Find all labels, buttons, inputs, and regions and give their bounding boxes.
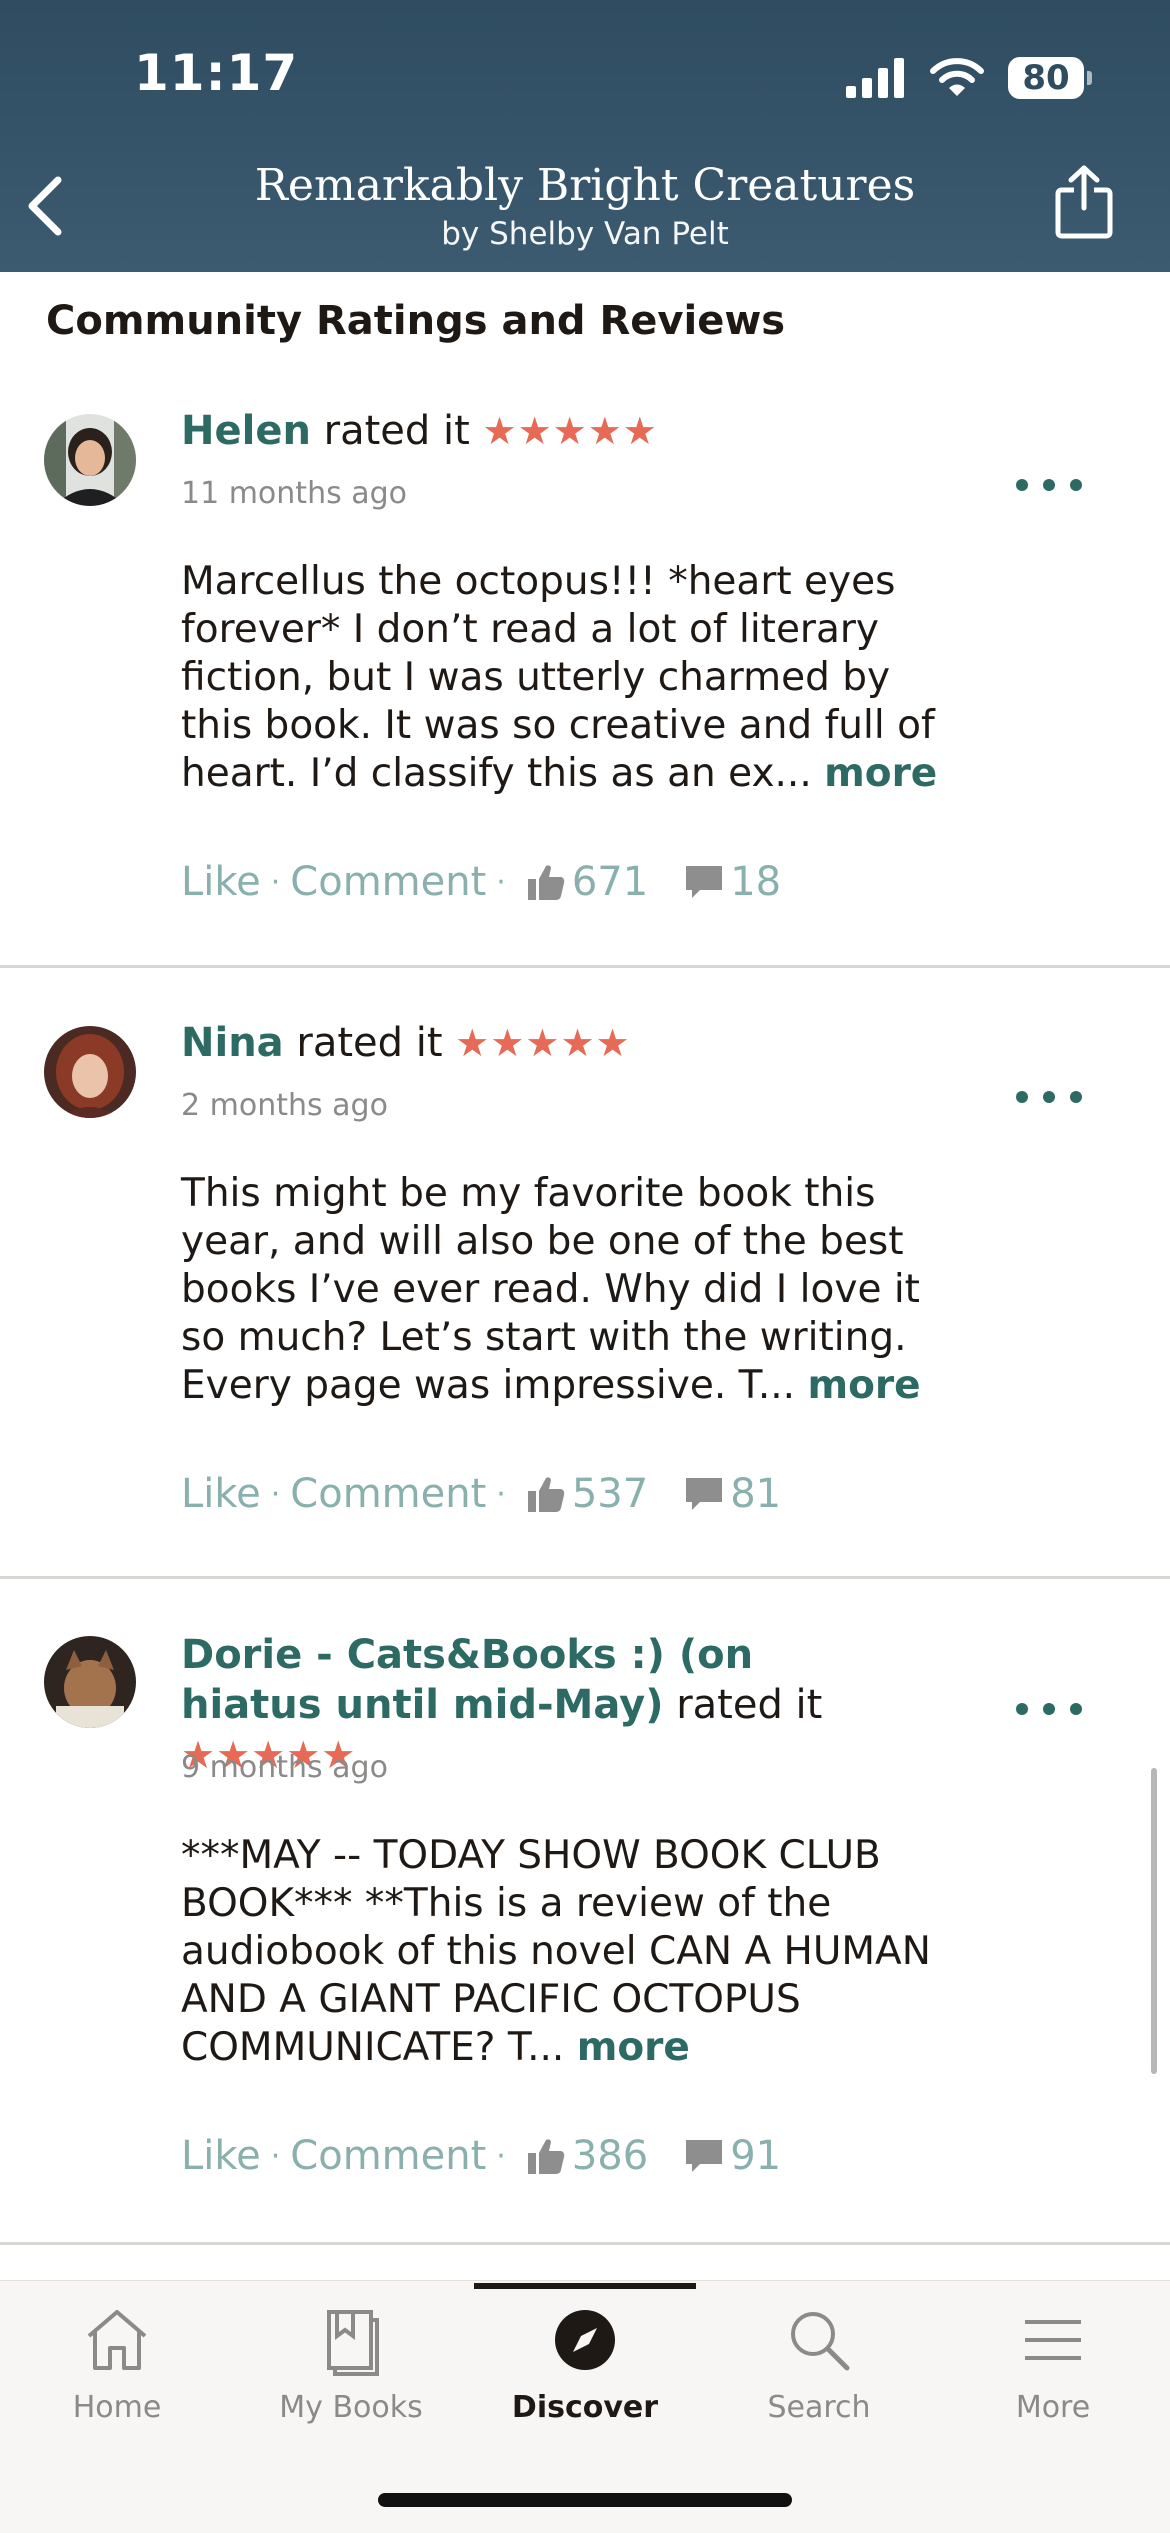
like-count[interactable]: 537	[526, 1471, 648, 1517]
comment-bubble-icon	[686, 866, 723, 898]
thumbs-up-icon	[527, 865, 565, 900]
review-header: Helen rated it ★★★★★	[181, 406, 881, 456]
book-author: by Shelby Van Pelt	[441, 216, 729, 252]
signal-icon	[846, 58, 904, 98]
review-time: 9 months ago	[181, 1750, 388, 1785]
review-time: 11 months ago	[181, 476, 408, 511]
review-time: 2 months ago	[181, 1088, 388, 1123]
review-actions: Like · Comment · 386 91	[181, 2133, 782, 2179]
reviewer-avatar[interactable]	[44, 1636, 136, 1728]
thumbs-up-icon	[527, 1477, 565, 1512]
more-link[interactable]: more	[824, 751, 937, 796]
rating-stars: ★★★★★	[455, 1021, 631, 1065]
active-tab-indicator	[474, 2283, 696, 2289]
comment-count[interactable]: 91	[684, 2133, 781, 2179]
comment-link[interactable]: Comment	[290, 1471, 486, 1517]
book-title: Remarkably Bright Creatures	[254, 160, 916, 211]
header-title-block: Remarkably Bright Creatures by Shelby Va…	[0, 160, 1170, 254]
reviewer-avatar[interactable]	[44, 414, 136, 506]
tab-search[interactable]: Search	[702, 2300, 936, 2425]
search-icon	[791, 2312, 850, 2371]
comment-link[interactable]: Comment	[290, 859, 486, 905]
rated-label: rated it	[676, 1682, 823, 1728]
thumbs-up-icon	[527, 2139, 565, 2174]
divider	[0, 2242, 1170, 2245]
wifi-icon	[930, 58, 984, 96]
divider	[0, 1576, 1170, 1579]
rating-stars: ★★★★★	[482, 409, 658, 453]
my-books-icon	[327, 2310, 379, 2376]
home-icon	[87, 2310, 147, 2370]
more-link[interactable]: more	[577, 2025, 690, 2070]
tab-home[interactable]: Home	[0, 2300, 234, 2425]
review-actions: Like · Comment · 537 81	[181, 1471, 782, 1517]
section-title: Community Ratings and Reviews	[46, 298, 786, 344]
reviewer-avatar[interactable]	[44, 1026, 136, 1118]
review-text[interactable]: This might be my favorite book this year…	[181, 1170, 961, 1410]
reviewer-name[interactable]: Dorie - Cats&Books :) (on hiatus until m…	[181, 1632, 753, 1728]
home-indicator[interactable]	[378, 2493, 792, 2507]
more-link[interactable]: more	[807, 1363, 920, 1408]
tab-my-books[interactable]: My Books	[234, 2300, 468, 2425]
tab-more[interactable]: More	[936, 2300, 1170, 2425]
battery-indicator: 80	[1008, 57, 1092, 99]
more-options-icon[interactable]	[1016, 473, 1082, 497]
like-count[interactable]: 386	[526, 2133, 648, 2179]
comment-bubble-icon	[686, 1478, 723, 1510]
comment-bubble-icon	[686, 2140, 723, 2172]
review-body: ***MAY -- TODAY SHOW BOOK CLUB BOOK*** *…	[181, 1833, 931, 2070]
discover-compass-icon	[555, 2310, 615, 2370]
tab-discover[interactable]: Discover	[468, 2300, 702, 2425]
share-icon[interactable]	[1054, 164, 1114, 240]
rated-label: rated it	[323, 408, 470, 454]
reviewer-name[interactable]: Helen	[181, 408, 311, 454]
status-time: 11:17	[134, 44, 299, 102]
review-actions: Like · Comment · 671 18	[181, 859, 782, 905]
reviewer-name[interactable]: Nina	[181, 1020, 284, 1066]
comment-count[interactable]: 81	[684, 1471, 781, 1517]
scrollbar[interactable]	[1151, 1768, 1157, 2074]
status-icons: 80	[846, 56, 1092, 100]
battery-level: 80	[1008, 57, 1084, 99]
like-count[interactable]: 671	[526, 859, 648, 905]
hamburger-menu-icon	[1025, 2320, 1081, 2360]
review-body: Marcellus the octopus!!! *heart eyes for…	[181, 559, 935, 796]
more-options-icon[interactable]	[1016, 1085, 1082, 1109]
more-options-icon[interactable]	[1016, 1697, 1082, 1721]
rated-label: rated it	[296, 1020, 443, 1066]
review-text[interactable]: ***MAY -- TODAY SHOW BOOK CLUB BOOK*** *…	[181, 1832, 961, 2072]
divider	[0, 965, 1170, 968]
review-header: Nina rated it ★★★★★	[181, 1018, 881, 1068]
review-text[interactable]: Marcellus the octopus!!! *heart eyes for…	[181, 558, 961, 798]
like-link[interactable]: Like	[181, 1471, 261, 1517]
comment-link[interactable]: Comment	[290, 2133, 486, 2179]
comment-count[interactable]: 18	[684, 859, 781, 905]
like-link[interactable]: Like	[181, 859, 261, 905]
app-header: 11:17 80 Remarkably Bright Creatures by …	[0, 0, 1170, 272]
like-link[interactable]: Like	[181, 2133, 261, 2179]
